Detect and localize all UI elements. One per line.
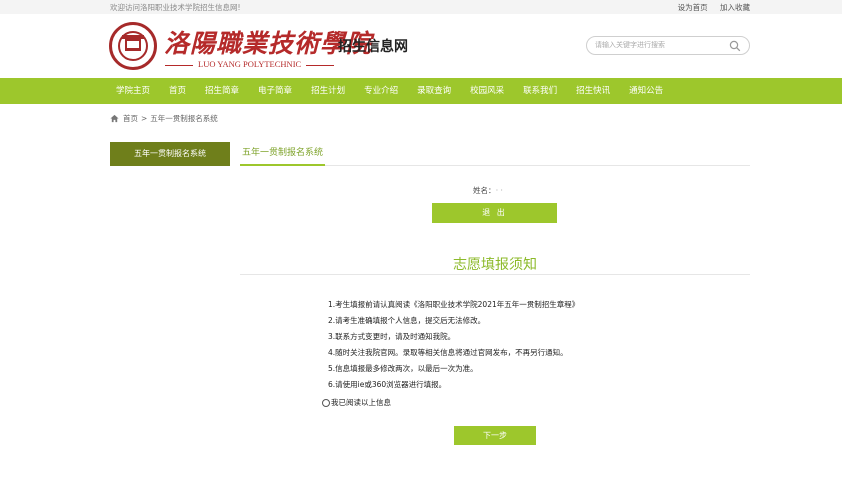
nav-item[interactable]: 招生简章: [205, 78, 239, 104]
nav-item[interactable]: 首页: [169, 78, 186, 104]
nav-item[interactable]: 学院主页: [116, 78, 150, 104]
nav-list: 学院主页 首页 招生简章 电子简章 招生计划 专业介绍 录取查询 校园风采 联系我们 招生快讯 通知…: [116, 78, 682, 104]
notice-rule-item: 4.随时关注我院官网。录取等相关信息将通过官网发布，不再另行通知。: [328, 348, 568, 357]
search-box: [586, 36, 750, 55]
logout-button[interactable]: 退 出: [432, 203, 557, 223]
emblem-gate: [125, 39, 141, 51]
search-icon[interactable]: [729, 40, 741, 52]
nav-item[interactable]: 联系我们: [523, 78, 557, 104]
name-value: · ·: [495, 186, 503, 195]
notice-rule-item: 5.信息填报最多修改两次，以最后一次为准。: [328, 364, 478, 373]
logo-english-text: LUO YANG POLYTECHNIC: [198, 59, 302, 69]
content-header: 五年一贯制报名系统: [240, 142, 750, 166]
nav-item[interactable]: 电子简章: [258, 78, 292, 104]
notice-rule-item: 3.联系方式变更时，请及时通知我院。: [328, 332, 456, 341]
site-name: 招生信息网: [338, 39, 408, 55]
home-icon: [110, 114, 119, 123]
notice-rule-item: 1.考生填报前请认真阅读《洛阳职业技术学院2021年五年一贯制招生章程》: [328, 300, 580, 309]
logo-rule-right: [306, 64, 335, 66]
notice-divider: [240, 274, 750, 275]
nav-item[interactable]: 校园风采: [470, 78, 504, 104]
nav-item[interactable]: 招生快讯: [576, 78, 610, 104]
notice-rule-item: 6.请使用ie或360浏览器进行填报。: [328, 380, 447, 389]
user-name-row: 姓名： · ·: [473, 185, 503, 196]
nav-item[interactable]: 专业介绍: [364, 78, 398, 104]
nav-item[interactable]: 录取查询: [417, 78, 451, 104]
top-bar: 欢迎访问洛阳职业技术学院招生信息网! 设为首页 加入收藏: [0, 0, 842, 14]
nav-item[interactable]: 招生计划: [311, 78, 345, 104]
welcome-text: 欢迎访问洛阳职业技术学院招生信息网!: [110, 3, 241, 12]
breadcrumb: 首页 > 五年一贯制报名系统: [110, 113, 221, 124]
set-home-link[interactable]: 设为首页: [678, 3, 708, 12]
name-label: 姓名：: [473, 186, 492, 195]
notice-title: 志愿填报须知: [453, 257, 537, 273]
nav-item[interactable]: 通知公告: [629, 78, 663, 104]
search-input[interactable]: [595, 39, 725, 52]
breadcrumb-separator: >: [141, 114, 148, 123]
college-emblem-icon[interactable]: [109, 22, 157, 70]
top-links: 设为首页 加入收藏: [668, 2, 750, 13]
add-favorite-link[interactable]: 加入收藏: [720, 3, 750, 12]
logo-english: LUO YANG POLYTECHNIC: [165, 59, 335, 69]
notice-rules-list: 1.考生填报前请认真阅读《洛阳职业技术学院2021年五年一贯制招生章程》 2.请考…: [328, 297, 579, 393]
next-step-button[interactable]: 下一步: [454, 426, 536, 445]
logo-rule-left: [165, 64, 193, 66]
site-header: 洛陽職業技術學院 LUO YANG POLYTECHNIC 招生信息网: [0, 14, 842, 78]
sidebar-tab-registration[interactable]: 五年一贯制报名系统: [110, 142, 230, 166]
agree-label: 我已阅读以上信息: [331, 398, 391, 407]
notice-rule-item: 2.请考生准确填报个人信息，提交后无法修改。: [328, 316, 486, 325]
main-nav: 学院主页 首页 招生简章 电子简章 招生计划 专业介绍 录取查询 校园风采 联系我们 招生快讯 通知…: [0, 78, 842, 104]
breadcrumb-home[interactable]: 首页: [123, 113, 138, 124]
agree-option[interactable]: 我已阅读以上信息: [322, 397, 391, 408]
agree-radio[interactable]: [322, 398, 330, 407]
content-title-tab: 五年一贯制报名系统: [240, 142, 326, 166]
breadcrumb-current: 五年一贯制报名系统: [150, 114, 218, 123]
